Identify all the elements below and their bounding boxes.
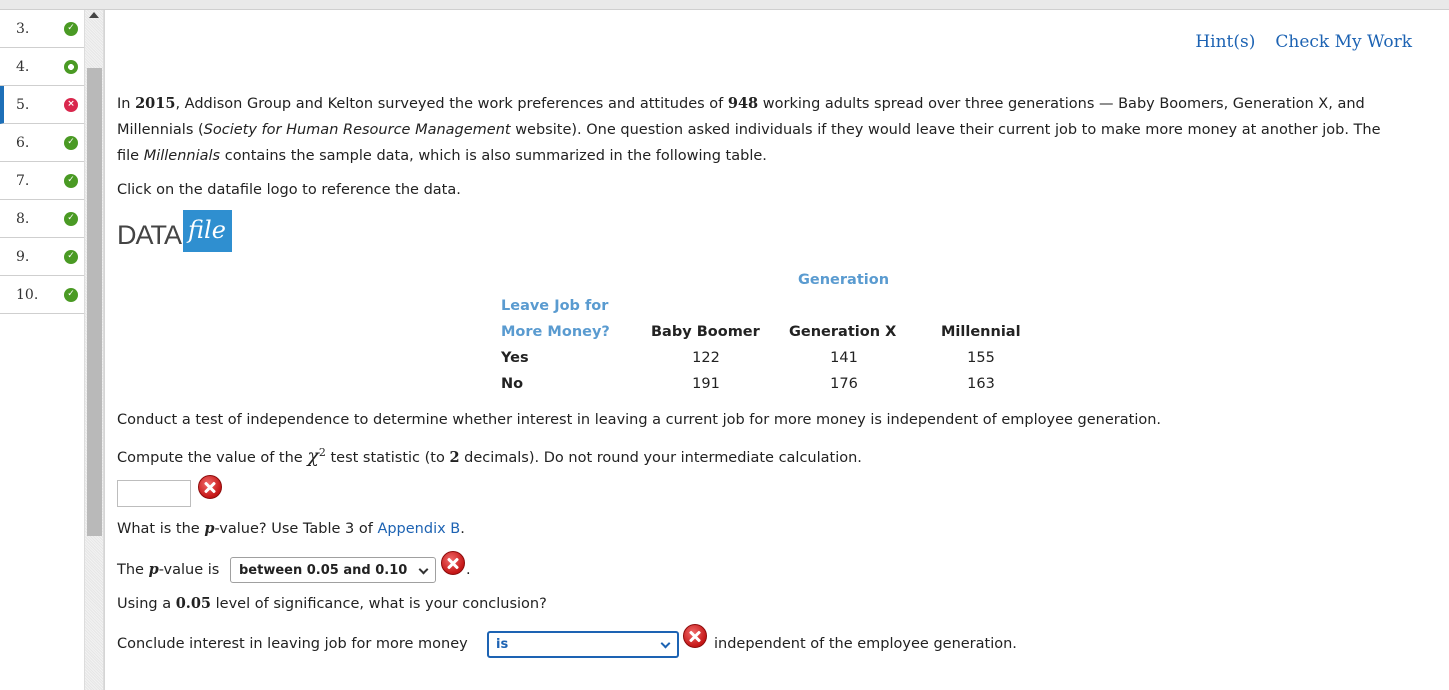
logo-data-text: DATA: [117, 220, 182, 250]
chevron-down-icon: [418, 564, 429, 575]
check-my-work-link[interactable]: Check My Work: [1275, 32, 1412, 52]
check-icon: ✓: [64, 173, 78, 188]
check-icon: ✓: [64, 249, 78, 264]
conclusion-tail: independent of the employee generation.: [714, 636, 1017, 652]
col-header-millennial: Millennial: [941, 324, 1021, 340]
table-cell: 141: [830, 350, 858, 366]
intro-line-1: In 2015, Addison Group and Kelton survey…: [117, 95, 1365, 112]
question-panel: Hint(s) Check My Work In 2015, Addison G…: [104, 10, 1449, 690]
top-links: Hint(s) Check My Work: [1195, 32, 1412, 52]
check-icon: ✓: [64, 287, 78, 302]
nav-item-9[interactable]: 9. ✓: [0, 238, 84, 276]
datafile-logo[interactable]: DATA file: [117, 210, 232, 252]
nav-item-number: 10.: [16, 286, 39, 303]
check-icon: ✓: [64, 211, 78, 226]
row-header-line-1: Leave Job for: [501, 298, 609, 314]
nav-item-number: 9.: [16, 248, 30, 265]
incorrect-icon: [198, 475, 222, 499]
click-instruction: Click on the datafile logo to reference …: [117, 182, 461, 198]
nav-item-3[interactable]: 3. ✓: [0, 10, 84, 48]
incorrect-icon: [683, 624, 707, 648]
col-header-generation-x: Generation X: [789, 324, 897, 340]
intro-line-2: Millennials (Society for Human Resource …: [117, 122, 1381, 138]
row-label-no: No: [501, 376, 524, 392]
chi-square-input[interactable]: [117, 480, 191, 507]
nav-item-6[interactable]: 6. ✓: [0, 124, 84, 162]
nav-item-7[interactable]: 7. ✓: [0, 162, 84, 200]
question-nav: 3. ✓ 4. 5. × 6. ✓ 7. ✓ 8. ✓ 9. ✓ 10. ✓: [0, 10, 84, 690]
question-conclusion: Using a 0.05 level of significance, what…: [117, 595, 547, 612]
conclusion-selected: is: [496, 637, 509, 652]
nav-item-number: 5.: [16, 96, 30, 113]
table-cell: 176: [830, 376, 858, 392]
nav-item-number: 4.: [16, 58, 30, 75]
nav-item-4[interactable]: 4.: [0, 48, 84, 86]
row-header-line-2: More Money?: [501, 324, 610, 340]
check-icon: ✓: [64, 21, 78, 36]
logo-file-text: file: [183, 210, 232, 252]
scroll-thumb[interactable]: [87, 68, 102, 536]
conclusion-label: Conclude interest in leaving job for mor…: [117, 636, 468, 652]
nav-item-number: 3.: [16, 20, 30, 37]
incorrect-icon: [441, 551, 465, 575]
p-value-selected: between 0.05 and 0.10: [239, 562, 408, 578]
table-cell: 122: [692, 350, 720, 366]
question-independence: Conduct a test of independence to determ…: [117, 412, 1162, 428]
nav-item-number: 7.: [16, 172, 30, 189]
p-value-label: The p-value is: [117, 561, 220, 578]
partial-check-icon: [64, 59, 78, 74]
check-icon: ✓: [64, 135, 78, 150]
table-cell: 155: [967, 350, 995, 366]
p-value-select[interactable]: between 0.05 and 0.10: [230, 557, 436, 583]
error-icon: ×: [64, 97, 78, 112]
intro-paragraph: In 2015, Addison Group and Kelton survey…: [117, 91, 1442, 169]
nav-item-number: 8.: [16, 210, 30, 227]
question-p-value: What is the p-value? Use Table 3 of Appe…: [117, 520, 465, 537]
nav-scrollbar[interactable]: [84, 10, 104, 690]
table-cell: 163: [967, 376, 995, 392]
row-label-yes: Yes: [501, 350, 529, 366]
conclusion-select[interactable]: is: [487, 631, 679, 658]
question-chi-square: Compute the value of the χ2 test statist…: [117, 444, 862, 467]
nav-item-8[interactable]: 8. ✓: [0, 200, 84, 238]
scroll-up-arrow-icon[interactable]: [89, 12, 99, 18]
nav-item-5[interactable]: 5. ×: [0, 86, 84, 124]
hints-link[interactable]: Hint(s): [1195, 32, 1255, 52]
chevron-down-icon: [660, 638, 671, 649]
appendix-b-link[interactable]: Appendix B: [377, 521, 460, 537]
intro-line-3: file Millennials contains the sample dat…: [117, 148, 767, 164]
table-cell: 191: [692, 376, 720, 392]
p-value-period: .: [466, 562, 471, 578]
top-strip: [0, 0, 1449, 10]
generation-header: Generation: [798, 272, 890, 288]
col-header-baby-boomer: Baby Boomer: [651, 324, 760, 340]
nav-item-10[interactable]: 10. ✓: [0, 276, 84, 314]
nav-item-number: 6.: [16, 134, 30, 151]
